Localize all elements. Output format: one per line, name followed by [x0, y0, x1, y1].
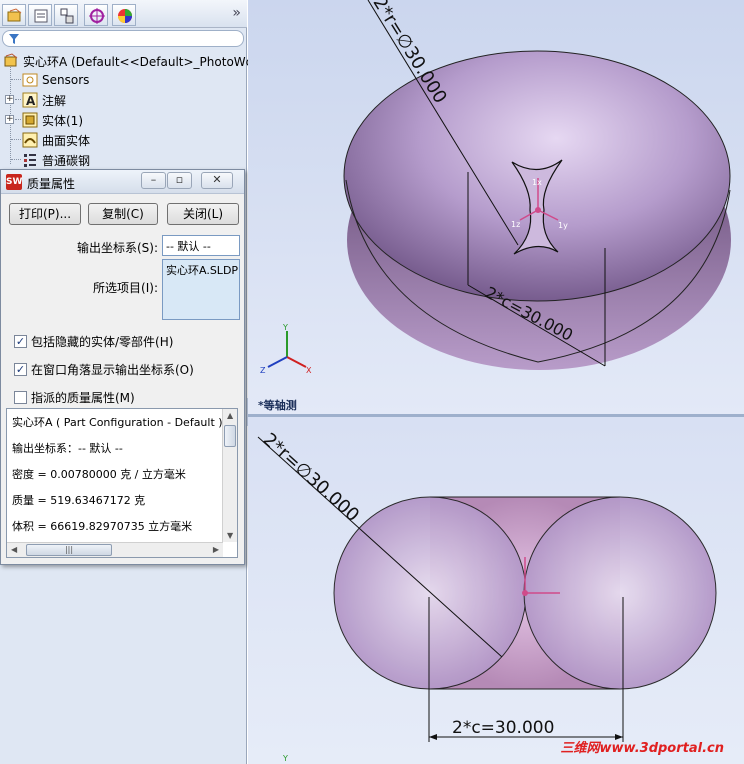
- result-line: 实心环A ( Part Configuration - Default ) 的: [12, 416, 238, 429]
- dim-c-label[interactable]: 2*c=30.000: [452, 718, 554, 738]
- solid-bodies-icon: [22, 112, 38, 128]
- configurationmanager-tab[interactable]: [54, 4, 78, 26]
- configuration-icon: [60, 8, 74, 24]
- surface-bodies-icon: [22, 132, 38, 148]
- maximize-button[interactable]: ▫: [167, 172, 192, 189]
- filter-icon: [9, 34, 19, 44]
- assigned-mass-checkbox[interactable]: [14, 391, 27, 404]
- close-window-button[interactable]: ✕: [201, 172, 233, 189]
- tree-item-label: 普通碳钢: [42, 153, 91, 168]
- selected-items-label: 所选项目(I):: [93, 281, 158, 295]
- tree-item-solid-bodies[interactable]: 实体(1): [22, 111, 83, 129]
- dialog-titlebar[interactable]: SW 质量属性 – ▫ ✕: [1, 170, 244, 194]
- front-model-view: 2*r=∅30.000 2*c=30.000 Y: [257, 429, 717, 763]
- viewport-isometric[interactable]: 2*r=∅30.000 2*c=30.000 1x 1z 1y Y X Z *等…: [248, 0, 744, 414]
- tree-root[interactable]: 实心环A (Default<<Default>_PhotoWc: [3, 52, 252, 70]
- close-button[interactable]: 关闭(L): [167, 203, 239, 225]
- tree-root-label: 实心环A (Default<<Default>_PhotoWc: [23, 54, 253, 69]
- manager-tabs: »: [0, 0, 247, 28]
- isometric-model-view: 2*r=∅30.000 2*c=30.000 1x 1z 1y Y X Z: [260, 0, 731, 375]
- output-coord-select[interactable]: -- 默认 --: [162, 235, 240, 256]
- horizontal-scrollbar[interactable]: ◀ ||| ▶: [7, 542, 223, 557]
- material-icon: [22, 152, 38, 168]
- propertymanager-tab[interactable]: [28, 4, 52, 26]
- tree-item-sensors[interactable]: Sensors: [22, 71, 89, 89]
- horizontal-scroll-thumb[interactable]: |||: [26, 544, 112, 556]
- part-icon: [3, 53, 19, 69]
- include-hidden-checkbox-row[interactable]: ✓ 包括隐藏的实体/零部件(H): [14, 333, 173, 350]
- solidworks-icon: SW: [6, 174, 22, 190]
- tree-item-label: 注解: [42, 93, 67, 108]
- color-wheel-icon: [118, 9, 132, 23]
- expand-annotations-button[interactable]: +: [5, 95, 14, 104]
- include-hidden-checkbox[interactable]: ✓: [14, 335, 27, 348]
- result-line: 体积 = 66619.82970735 立方毫米: [12, 520, 193, 533]
- dialog-title: 质量属性: [27, 177, 76, 191]
- annotations-icon: A: [22, 92, 38, 108]
- show-coord-checkbox[interactable]: ✓: [14, 363, 27, 376]
- featuremanager-tab[interactable]: [2, 4, 26, 26]
- triad-label: 1z: [511, 220, 520, 229]
- triad-label: 1y: [558, 221, 568, 230]
- checkbox-label: 包括隐藏的实体/零部件(H): [31, 335, 174, 349]
- scroll-down-icon[interactable]: ▼: [227, 531, 233, 540]
- dimxpert-tab[interactable]: [84, 4, 108, 26]
- vertical-scrollbar[interactable]: ▲ ▼: [222, 409, 237, 542]
- triad-label-y: Y: [282, 323, 288, 332]
- scroll-up-icon[interactable]: ▲: [227, 411, 233, 420]
- tree-item-material[interactable]: 普通碳钢: [22, 151, 90, 169]
- reference-triad-icon: Y X Z: [260, 323, 312, 375]
- filter-input[interactable]: [2, 30, 244, 47]
- dim-diameter-label[interactable]: 2*r=∅30.000: [259, 429, 363, 526]
- tree-item-label: Sensors: [42, 73, 90, 87]
- result-line: 密度 = 0.00780000 克 / 立方毫米: [12, 468, 186, 481]
- checkbox-label: 指派的质量属性(M): [31, 391, 135, 405]
- print-button[interactable]: 打印(P)...: [9, 203, 81, 225]
- selected-items-list[interactable]: 实心环A.SLDPRT: [162, 259, 240, 320]
- sensors-icon: [22, 72, 38, 88]
- view-orientation-label: *等轴测: [258, 399, 297, 412]
- tree-item-annotations[interactable]: A 注解: [22, 91, 66, 109]
- triad-label-x: X: [306, 366, 312, 375]
- vertical-scroll-thumb[interactable]: [224, 425, 236, 447]
- output-coord-label: 输出坐标系(S):: [76, 241, 158, 255]
- tabs-overflow-button[interactable]: »: [232, 5, 241, 21]
- featuremanager-icon: [7, 8, 22, 22]
- propertymanager-icon: [34, 9, 48, 23]
- result-line: 质量 = 519.63467172 克: [12, 494, 146, 507]
- tree-item-label: 实体(1): [42, 113, 83, 128]
- display-manager-tab[interactable]: [112, 4, 136, 26]
- copy-button[interactable]: 复制(C): [88, 203, 158, 225]
- triad-label: 1x: [532, 178, 542, 187]
- torus-section-left: [333, 496, 527, 690]
- triad-label-y: Y: [282, 754, 288, 763]
- mass-properties-dialog: SW 质量属性 – ▫ ✕ 打印(P)... 复制(C) 关闭(L) 输出坐标系…: [0, 169, 245, 565]
- scroll-right-icon[interactable]: ▶: [213, 545, 219, 554]
- checkbox-label: 在窗口角落显示输出坐标系(O): [31, 363, 194, 377]
- triad-label-z: Z: [260, 366, 266, 375]
- crosshair-icon: [89, 8, 105, 24]
- result-line: 输出坐标系：-- 默认 --: [12, 442, 123, 455]
- expand-solid-bodies-button[interactable]: +: [5, 115, 14, 124]
- minimize-button[interactable]: –: [141, 172, 166, 189]
- viewport-front[interactable]: 2*r=∅30.000 2*c=30.000 Y 三维网www.3dportal…: [248, 417, 744, 764]
- results-text-area[interactable]: 实心环A ( Part Configuration - Default ) 的 …: [6, 408, 238, 558]
- watermark: 三维网www.3dportal.cn: [560, 741, 724, 756]
- svg-text:A: A: [26, 94, 36, 108]
- assigned-mass-checkbox-row[interactable]: 指派的质量属性(M): [14, 389, 135, 406]
- show-coord-checkbox-row[interactable]: ✓ 在窗口角落显示输出坐标系(O): [14, 361, 194, 378]
- scroll-left-icon[interactable]: ◀: [11, 545, 17, 554]
- tree-item-surface-bodies[interactable]: 曲面实体: [22, 131, 90, 149]
- tree-item-label: 曲面实体: [42, 133, 91, 148]
